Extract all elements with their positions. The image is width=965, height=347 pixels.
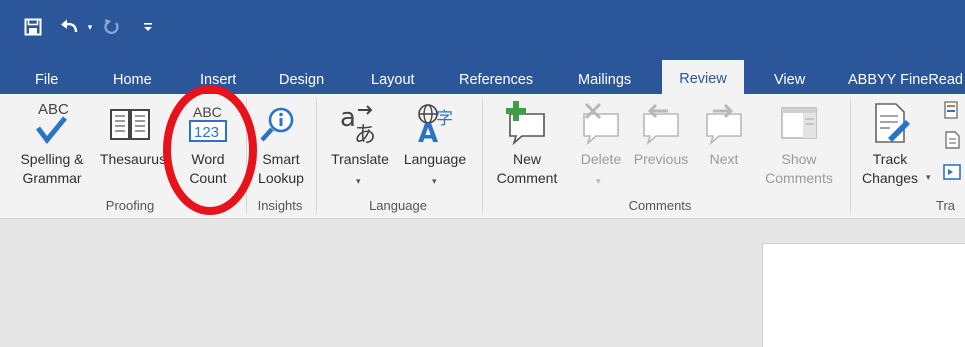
customize-qat-button[interactable] <box>140 14 156 40</box>
svg-text:字: 字 <box>436 109 453 129</box>
translate-label: Translate <box>331 151 389 167</box>
track-changes-dropdown-caret: ▾ <box>926 172 931 182</box>
new-comment-button[interactable]: New Comment <box>490 98 564 194</box>
floppy-disk-icon <box>24 18 42 36</box>
smart-lookup-label-line2: Lookup <box>258 170 304 186</box>
save-button[interactable] <box>22 14 44 40</box>
undo-arrow-icon <box>61 19 78 33</box>
show-markup-icon-button[interactable] <box>942 130 965 152</box>
spelling-grammar-button[interactable]: ABC Spelling & Grammar <box>4 98 100 194</box>
next-comment-button[interactable]: Next <box>696 98 752 194</box>
tab-references[interactable]: References <box>459 66 533 94</box>
spelling-label-line2: Grammar <box>22 170 82 186</box>
redo-button[interactable] <box>100 14 122 40</box>
reviewing-pane-icon <box>943 164 961 180</box>
new-comment-label-line2: Comment <box>496 170 558 186</box>
new-comment-label-line1: New <box>512 151 541 167</box>
delete-dropdown-caret: ▾ <box>596 176 601 186</box>
language-globe-icon: A 字 <box>418 104 453 146</box>
group-separator <box>482 98 483 214</box>
translate-dropdown-caret: ▾ <box>356 176 361 186</box>
tab-file[interactable]: File <box>35 66 58 94</box>
markup-options-icon <box>944 101 958 119</box>
show-comments-button[interactable]: Show Comments <box>754 98 844 194</box>
new-comment-icon <box>506 101 545 146</box>
tab-view[interactable]: View <box>774 66 805 94</box>
delete-comment-button[interactable]: Delete ▾ <box>572 98 630 194</box>
undo-dropdown[interactable]: ▾ <box>84 14 96 40</box>
next-comment-label: Next <box>709 151 739 167</box>
translate-button[interactable]: a あ Translate ▾ <box>322 98 398 194</box>
next-comment-icon <box>706 103 742 146</box>
tab-layout[interactable]: Layout <box>371 66 415 94</box>
svg-text:あ: あ <box>354 123 376 146</box>
previous-comment-icon <box>643 103 679 146</box>
smart-lookup-icon <box>260 107 294 142</box>
document-page[interactable] <box>762 243 965 347</box>
spelling-check-icon: ABC <box>36 101 69 145</box>
proofing-group-label: Proofing <box>105 198 155 213</box>
redo-arrow-icon <box>104 19 119 34</box>
group-separator <box>850 98 851 214</box>
translate-icon: a あ <box>340 103 376 146</box>
word-window: ▾ File Home Insert Design Layout Referen… <box>0 0 965 347</box>
language-group-label: Language <box>369 198 427 213</box>
show-comments-icon <box>781 107 817 139</box>
tab-review[interactable]: Review <box>662 60 744 94</box>
svg-text:ABC: ABC <box>38 101 69 118</box>
comments-group-label: Comments <box>628 198 692 213</box>
previous-comment-label: Previous <box>633 151 689 167</box>
language-label: Language <box>403 151 467 167</box>
tab-design[interactable]: Design <box>279 66 324 94</box>
tab-home[interactable]: Home <box>113 66 152 94</box>
language-button[interactable]: A 字 Language ▾ <box>396 98 474 194</box>
track-changes-icon <box>875 103 910 143</box>
group-separator <box>316 98 317 214</box>
show-comments-label-line2: Comments <box>765 170 833 186</box>
markup-options-icon-button[interactable] <box>942 100 965 122</box>
open-book-icon <box>110 109 150 140</box>
undo-button[interactable] <box>58 14 82 40</box>
track-changes-label-line2: Changes <box>861 170 919 186</box>
track-changes-button[interactable]: Track Changes ▾ <box>856 98 936 194</box>
spelling-label-line1: Spelling & <box>20 151 84 167</box>
language-dropdown-caret: ▾ <box>432 176 437 186</box>
annotation-circle <box>163 85 257 215</box>
track-changes-label-line1: Track <box>872 151 908 167</box>
tracking-group-label: Tra <box>936 198 956 213</box>
reviewing-pane-icon-button[interactable] <box>942 162 965 184</box>
delete-comment-icon <box>583 102 619 146</box>
customize-qat-icon <box>144 23 152 31</box>
document-icon <box>945 131 960 149</box>
delete-comment-label: Delete <box>580 151 622 167</box>
show-comments-label-line1: Show <box>781 151 817 167</box>
tab-abbyy-finereader[interactable]: ABBYY FineRead <box>848 66 963 94</box>
tab-mailings[interactable]: Mailings <box>578 66 631 94</box>
previous-comment-button[interactable]: Previous <box>628 98 694 194</box>
smart-lookup-label-line1: Smart <box>262 151 300 167</box>
